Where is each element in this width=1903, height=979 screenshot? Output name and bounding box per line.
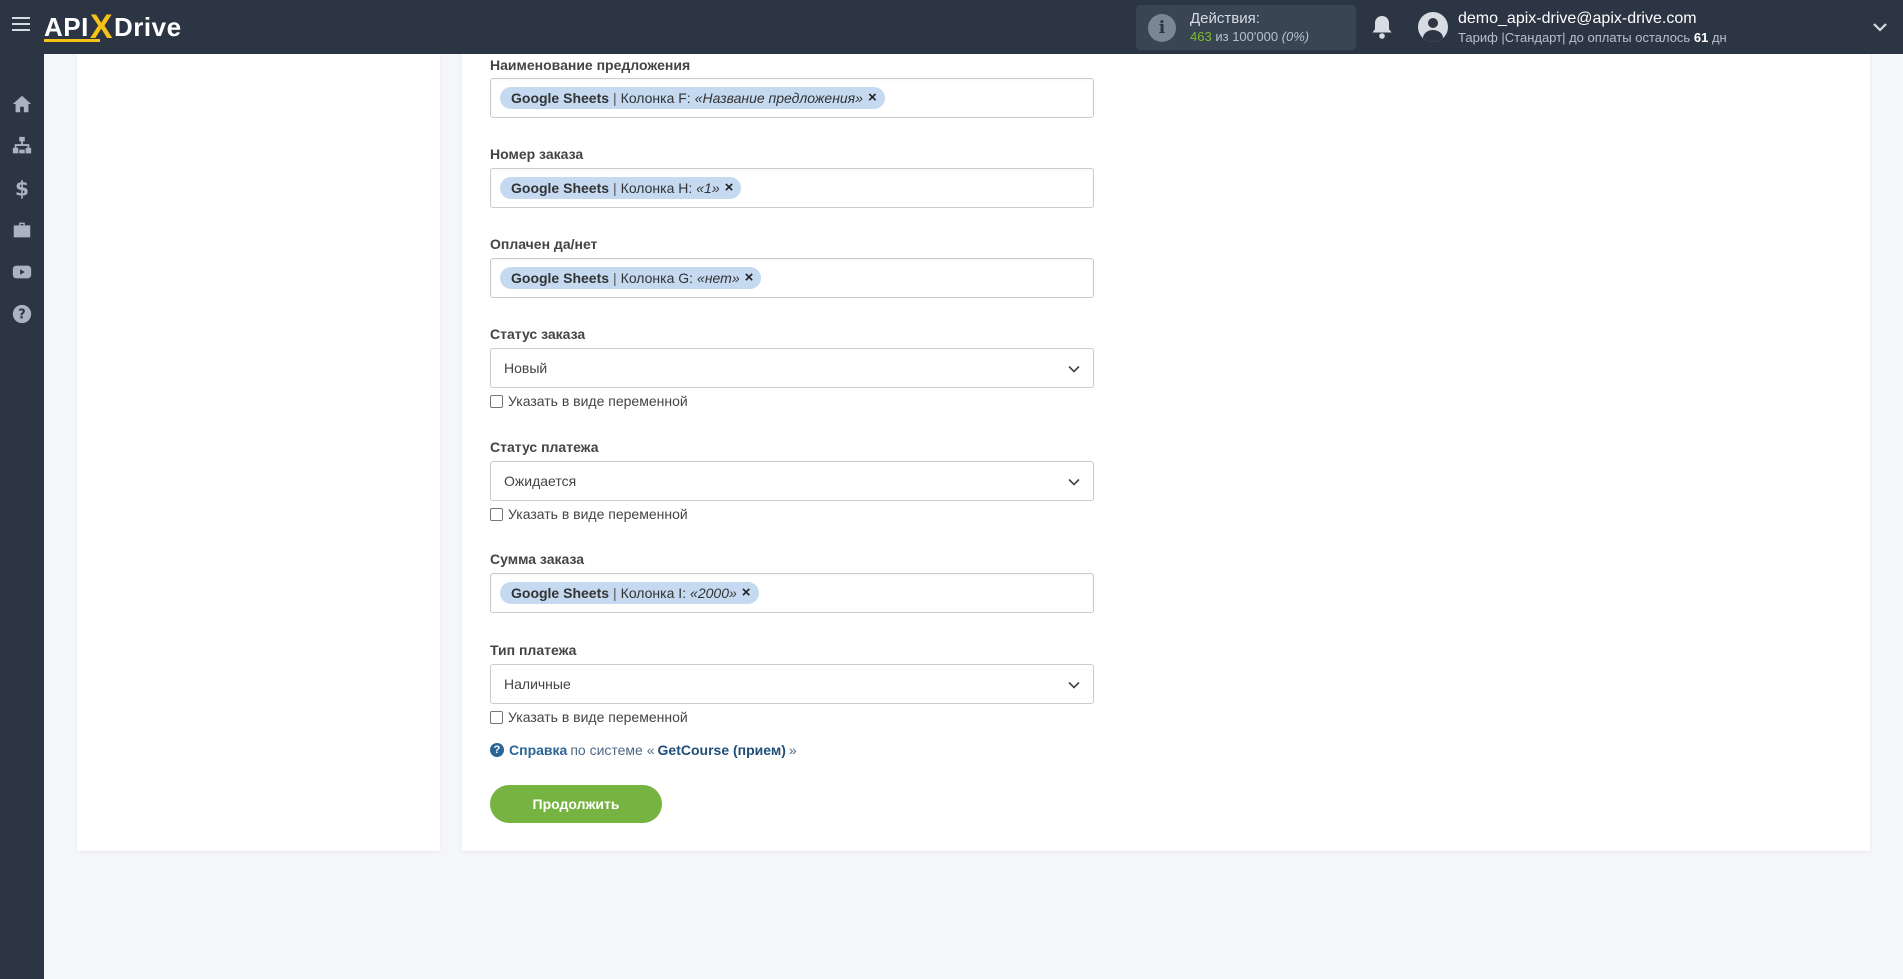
youtube-icon xyxy=(12,265,32,279)
sidebar-item-home[interactable] xyxy=(0,84,44,124)
order-status-label: Статус заказа xyxy=(490,326,586,342)
help-link[interactable]: Справка xyxy=(509,742,567,758)
sidebar-item-help[interactable]: ? xyxy=(0,294,44,334)
order-number-tag: Google Sheets | Колонка H: «1» × xyxy=(500,177,742,199)
order-status-variable-row: Указать в виде переменной xyxy=(490,392,688,410)
question-circle-icon: ? xyxy=(490,743,504,757)
payment-type-variable-row: Указать в виде переменной xyxy=(490,708,688,726)
payment-status-value: Ожидается xyxy=(504,473,577,489)
logo-text-api: API xyxy=(44,11,89,42)
order-status-select[interactable]: Новый xyxy=(490,348,1094,388)
dollar-icon: $ xyxy=(15,177,29,199)
payment-type-label: Тип платежа xyxy=(490,642,577,658)
actions-count: 463 из 100'000 (0%) xyxy=(1190,29,1310,44)
payment-type-select[interactable]: Наличные xyxy=(490,664,1094,704)
order-number-label: Номер заказа xyxy=(490,146,584,162)
left-panel xyxy=(77,54,440,851)
svg-text:?: ? xyxy=(18,308,25,323)
payment-status-variable-label: Указать в виде переменной xyxy=(508,506,688,522)
chevron-down-icon xyxy=(1068,681,1080,689)
chevron-down-icon xyxy=(1068,478,1080,486)
remove-tag-icon[interactable]: × xyxy=(868,87,877,109)
info-icon: i xyxy=(1148,14,1176,42)
help-system-link[interactable]: GetCourse (прием) xyxy=(658,742,786,758)
order-sum-field[interactable]: Google Sheets | Колонка I: «2000» × xyxy=(490,573,1094,613)
sidebar: $ ? xyxy=(0,54,44,979)
actions-counter[interactable]: i Действия: 463 из 100'000 (0%) xyxy=(1136,5,1356,50)
avatar xyxy=(1418,12,1448,42)
logo-text-drive: Drive xyxy=(114,11,182,42)
order-number-field[interactable]: Google Sheets | Колонка H: «1» × xyxy=(490,168,1094,208)
sidebar-item-billing[interactable]: $ xyxy=(0,168,44,208)
remove-tag-icon[interactable]: × xyxy=(742,582,751,604)
help-line: ? Справка по системе «GetCourse (прием)» xyxy=(490,742,800,758)
home-icon xyxy=(12,95,32,113)
payment-status-select[interactable]: Ожидается xyxy=(490,461,1094,501)
payment-type-variable-label: Указать в виде переменной xyxy=(508,709,688,725)
user-plan: Тариф |Стандарт| до оплаты осталось 61 д… xyxy=(1458,30,1727,45)
order-status-value: Новый xyxy=(504,360,548,376)
actions-label: Действия: xyxy=(1190,10,1260,27)
offer-name-label: Наименование предложения xyxy=(490,57,691,73)
paid-tag: Google Sheets | Колонка G: «нет» × xyxy=(500,267,762,289)
continue-button[interactable]: Продолжить xyxy=(490,785,662,823)
paid-field[interactable]: Google Sheets | Колонка G: «нет» × xyxy=(490,258,1094,298)
payment-type-variable-checkbox[interactable] xyxy=(490,710,503,724)
logo[interactable]: API X Drive xyxy=(44,8,182,46)
hamburger-menu-icon[interactable] xyxy=(12,17,30,37)
svg-text:$: $ xyxy=(15,177,29,199)
order-sum-label: Сумма заказа xyxy=(490,551,585,567)
chevron-down-icon xyxy=(1068,365,1080,373)
remove-tag-icon[interactable]: × xyxy=(725,177,734,199)
payment-status-variable-checkbox[interactable] xyxy=(490,507,503,521)
help-icon: ? xyxy=(12,304,32,324)
help-close-quote: » xyxy=(788,742,797,758)
sidebar-item-services[interactable] xyxy=(0,210,44,250)
logo-underline xyxy=(44,39,100,42)
user-email: demo_apix-drive@apix-drive.com xyxy=(1458,10,1697,27)
chevron-down-icon[interactable] xyxy=(1872,19,1888,35)
payment-type-value: Наличные xyxy=(504,676,571,692)
payment-status-label: Статус платежа xyxy=(490,439,599,455)
sidebar-item-connections[interactable] xyxy=(0,126,44,166)
offer-name-field[interactable]: Google Sheets | Колонка F: «Название предло… xyxy=(490,78,1094,118)
help-text: по системе « xyxy=(570,742,655,758)
payment-status-variable-row: Указать в виде переменной xyxy=(490,505,688,523)
order-status-variable-label: Указать в виде переменной xyxy=(508,393,688,409)
remove-tag-icon[interactable]: × xyxy=(745,267,754,289)
order-sum-tag: Google Sheets | Колонка I: «2000» × xyxy=(500,582,759,604)
sidebar-item-video[interactable] xyxy=(0,252,44,292)
sitemap-icon xyxy=(12,136,32,154)
paid-label: Оплачен да/нет xyxy=(490,236,598,252)
order-status-variable-checkbox[interactable] xyxy=(490,394,503,408)
bell-icon[interactable] xyxy=(1370,14,1394,40)
offer-name-tag: Google Sheets | Колонка F: «Название предло… xyxy=(500,87,885,109)
top-bar: API X Drive i Действия: 463 из 100'000 (0%… xyxy=(0,0,1903,54)
briefcase-icon xyxy=(13,222,31,238)
